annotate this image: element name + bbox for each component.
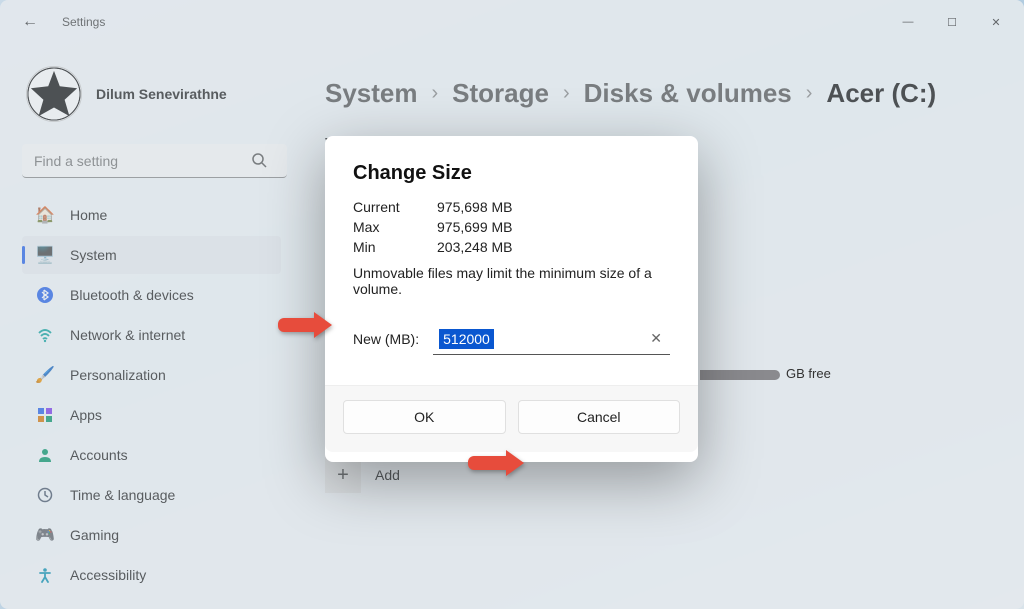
avatar <box>26 66 82 122</box>
profile[interactable]: Dilum Senevirathne <box>26 66 283 122</box>
sidebar-item-label: Bluetooth & devices <box>70 287 194 303</box>
bluetooth-icon <box>36 286 54 304</box>
sidebar-item-label: Gaming <box>70 527 119 543</box>
titlebar: ← Settings — ☐ ✕ <box>0 0 1024 44</box>
sidebar-item-system[interactable]: 🖥️ System <box>22 236 281 274</box>
minimize-button[interactable]: — <box>886 7 930 37</box>
network-icon <box>36 326 54 344</box>
breadcrumb-system[interactable]: System <box>325 78 418 109</box>
search-icon <box>251 152 267 171</box>
profile-name: Dilum Senevirathne <box>96 86 227 102</box>
sidebar-item-time[interactable]: Time & language <box>22 476 281 514</box>
close-button[interactable]: ✕ <box>974 7 1018 37</box>
accessibility-icon <box>36 566 54 584</box>
chevron-right-icon: › <box>563 82 570 105</box>
sidebar-item-label: Home <box>70 207 107 223</box>
sidebar-item-accounts[interactable]: Accounts <box>22 436 281 474</box>
nav-list: 🏠 Home 🖥️ System Bluetooth & devices <box>22 196 287 596</box>
min-key: Min <box>353 239 409 255</box>
accounts-icon <box>36 446 54 464</box>
add-label: Add <box>375 467 400 483</box>
sidebar-item-label: Personalization <box>70 367 166 383</box>
search-input[interactable] <box>22 144 287 178</box>
storage-free-label: GB free <box>786 366 831 381</box>
sidebar-item-home[interactable]: 🏠 Home <box>22 196 281 234</box>
back-button[interactable]: ← <box>10 2 50 42</box>
sidebar-item-bluetooth[interactable]: Bluetooth & devices <box>22 276 281 314</box>
current-key: Current <box>353 199 409 215</box>
max-key: Max <box>353 219 409 235</box>
sidebar-item-network[interactable]: Network & internet <box>22 316 281 354</box>
chevron-right-icon: › <box>432 82 439 105</box>
maximize-button[interactable]: ☐ <box>930 7 974 37</box>
storage-bar <box>700 370 780 380</box>
sidebar-item-apps[interactable]: Apps <box>22 396 281 434</box>
clear-input-icon[interactable]: ✕ <box>650 330 662 347</box>
breadcrumb-current: Acer (C:) <box>826 78 936 109</box>
annotation-arrow-icon <box>468 450 524 476</box>
add-path-button[interactable]: + Add <box>325 457 1004 493</box>
system-icon: 🖥️ <box>36 246 54 264</box>
plus-icon: + <box>325 457 361 493</box>
time-icon <box>36 486 54 504</box>
ok-button[interactable]: OK <box>343 400 506 434</box>
sidebar-item-personalization[interactable]: 🖌️ Personalization <box>22 356 281 394</box>
sidebar-item-label: Accounts <box>70 447 128 463</box>
current-value: 975,698 MB <box>437 199 513 215</box>
change-size-dialog: Change Size Current 975,698 MB Max 975,6… <box>325 136 698 462</box>
sidebar-item-label: Time & language <box>70 487 175 503</box>
cancel-button[interactable]: Cancel <box>518 400 681 434</box>
new-size-label: New (MB): <box>353 331 419 347</box>
sidebar: Dilum Senevirathne 🏠 Home 🖥️ System <box>0 44 295 609</box>
personalization-icon: 🖌️ <box>36 366 54 384</box>
annotation-arrow-icon <box>278 312 332 338</box>
sidebar-item-label: System <box>70 247 117 263</box>
sidebar-item-label: Network & internet <box>70 327 185 343</box>
breadcrumb-disks[interactable]: Disks & volumes <box>584 78 792 109</box>
max-value: 975,699 MB <box>437 219 513 235</box>
breadcrumb-storage[interactable]: Storage <box>452 78 549 109</box>
home-icon: 🏠 <box>36 206 54 224</box>
chevron-right-icon: › <box>806 82 813 105</box>
dialog-title: Change Size <box>353 162 670 185</box>
sidebar-item-gaming[interactable]: 🎮 Gaming <box>22 516 281 554</box>
sidebar-item-label: Apps <box>70 407 102 423</box>
apps-icon <box>36 406 54 424</box>
breadcrumb: System › Storage › Disks & volumes › Ace… <box>325 78 1004 109</box>
min-value: 203,248 MB <box>437 239 513 255</box>
gaming-icon: 🎮 <box>36 526 54 544</box>
dialog-note: Unmovable files may limit the minimum si… <box>353 265 670 297</box>
input-selection: 512000 <box>439 329 494 349</box>
sidebar-item-accessibility[interactable]: Accessibility <box>22 556 281 594</box>
window-title: Settings <box>50 15 105 29</box>
sidebar-item-label: Accessibility <box>70 567 146 583</box>
